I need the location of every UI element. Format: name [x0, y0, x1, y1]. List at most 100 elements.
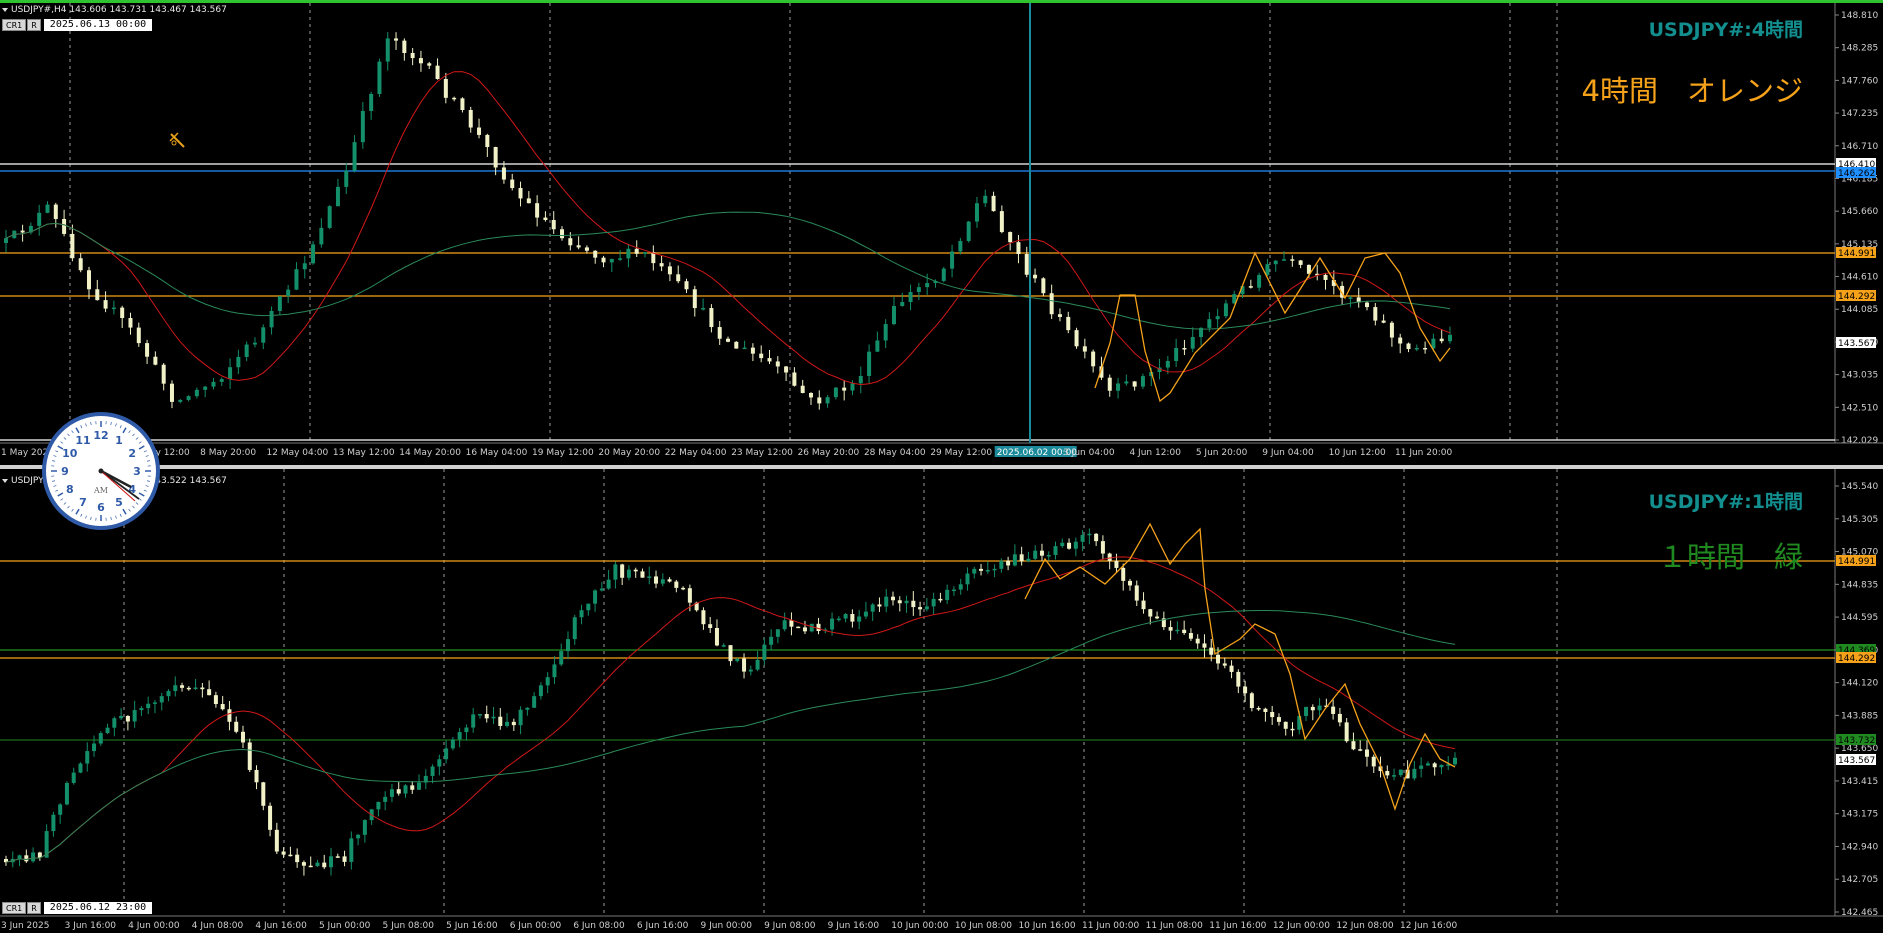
candle-body	[342, 856, 347, 862]
candle-body	[112, 718, 117, 728]
clock-number: 3	[133, 465, 141, 478]
candle-body	[443, 78, 448, 98]
reset-button[interactable]: R	[27, 19, 41, 31]
candle-body	[311, 244, 316, 264]
candle-body	[958, 240, 963, 252]
candle-body	[471, 714, 476, 728]
candle-body	[659, 263, 664, 267]
candle-body	[708, 624, 713, 628]
candle-body	[1337, 713, 1342, 723]
candle-body	[1222, 663, 1227, 666]
candle-body	[437, 759, 442, 767]
dropdown-arrow-icon[interactable]	[2, 7, 8, 12]
candle-body	[86, 270, 91, 290]
candle-body	[1207, 319, 1212, 328]
candle-body	[1046, 554, 1051, 557]
symbol-title: USDJPY#:1時間	[1648, 491, 1803, 513]
candle-body	[315, 862, 320, 867]
candle-body	[808, 392, 813, 398]
candle-body	[234, 721, 239, 732]
candle-body	[125, 715, 130, 722]
candle-body	[468, 110, 473, 128]
level-price-label: 144.292	[1838, 654, 1875, 664]
cr1-button[interactable]: CR1	[2, 19, 27, 31]
candle-body	[769, 636, 774, 645]
candle-body	[335, 856, 340, 858]
candle-body	[1270, 712, 1275, 718]
candle-body	[792, 372, 797, 386]
chart-h4-ohlc: USDJPY#,H4 143.606 143.731 143.467 143.5…	[11, 5, 227, 15]
candle-body	[924, 606, 929, 610]
candle-body	[999, 211, 1004, 233]
candle-body	[477, 127, 482, 135]
time-axis-label: 11 Jun 20:00	[1395, 448, 1452, 458]
time-axis-label: 9 Jun 04:00	[1262, 448, 1314, 458]
time-axis-label: 10 Jun 08:00	[955, 921, 1012, 931]
price-axis-label: 147.760	[1841, 76, 1878, 86]
candle-body	[1236, 671, 1241, 687]
candle-body	[450, 739, 455, 749]
chart-h1-toolbar: CR1 R 2025.06.12 23:00	[2, 902, 153, 914]
candle-body	[1348, 297, 1353, 299]
candle-body	[53, 204, 58, 219]
candle-body	[128, 318, 133, 328]
chart-h1-canvas[interactable]: 145.540145.305145.070144.835144.595144.3…	[0, 469, 1883, 933]
candle-body	[269, 310, 274, 328]
candle-body	[485, 134, 490, 148]
candle-body	[1074, 330, 1079, 347]
candle-body	[532, 696, 537, 708]
candle-body	[319, 227, 324, 245]
level-price-label: 144.991	[1838, 557, 1875, 567]
analog-clock-widget[interactable]: 12 1 2 3 4 5 6 7 8 9 10 11 AM	[42, 412, 160, 530]
cr1-button[interactable]: CR1	[2, 902, 27, 914]
chart-h1-pane[interactable]: 145.540145.305145.070144.835144.595144.3…	[0, 469, 1883, 933]
time-axis-label: 11 Jun 16:00	[1209, 921, 1266, 931]
candle-body	[1100, 541, 1105, 554]
candle-body	[1053, 546, 1058, 555]
candle-body	[938, 598, 943, 601]
candle-body	[609, 259, 614, 263]
time-axis-label: 4 Jun 12:00	[1129, 448, 1181, 458]
dropdown-arrow-icon[interactable]	[2, 478, 8, 483]
candle-body	[211, 381, 216, 387]
candle-body	[1060, 542, 1065, 547]
candle-body	[767, 358, 772, 362]
candle-body	[71, 772, 76, 783]
pencil-tool-icon[interactable]	[168, 131, 188, 151]
date-box[interactable]: 2025.06.13 00:00	[43, 19, 153, 31]
candle-body	[1216, 654, 1221, 664]
candle-body	[186, 687, 191, 690]
candle-body	[288, 854, 293, 857]
candle-body	[95, 289, 100, 301]
clock-number: 6	[97, 501, 105, 514]
date-box[interactable]: 2025.06.12 23:00	[43, 902, 153, 914]
candle-body	[1290, 259, 1295, 261]
candle-body	[410, 785, 415, 790]
candle-body	[396, 789, 401, 794]
candle-body	[525, 707, 530, 710]
candle-body	[1039, 550, 1044, 556]
candle-body	[1165, 361, 1170, 368]
candle-body	[417, 782, 422, 790]
candle-body	[584, 247, 589, 251]
candle-body	[430, 766, 435, 776]
candle-body	[565, 639, 570, 652]
candle-body	[322, 862, 327, 868]
candle-body	[891, 306, 896, 325]
candle-body	[1066, 316, 1071, 331]
candle-body	[362, 820, 367, 835]
candle-body	[762, 644, 767, 660]
candle-body	[295, 854, 300, 863]
candle-body	[551, 220, 556, 230]
candle-body	[802, 627, 807, 632]
candle-body	[1423, 347, 1428, 350]
candle-body	[1174, 348, 1179, 362]
candle-body	[983, 195, 988, 204]
candle-body	[870, 604, 875, 612]
reset-button[interactable]: R	[27, 902, 41, 914]
time-axis-label: 19 May 12:00	[532, 448, 594, 458]
candle-body	[360, 110, 365, 143]
candle-body	[1107, 377, 1112, 391]
chart-h4-pane[interactable]: 148.810 148.285 147.760 147.235 146.710 146.1…	[0, 0, 1883, 465]
candle-body	[599, 588, 604, 591]
